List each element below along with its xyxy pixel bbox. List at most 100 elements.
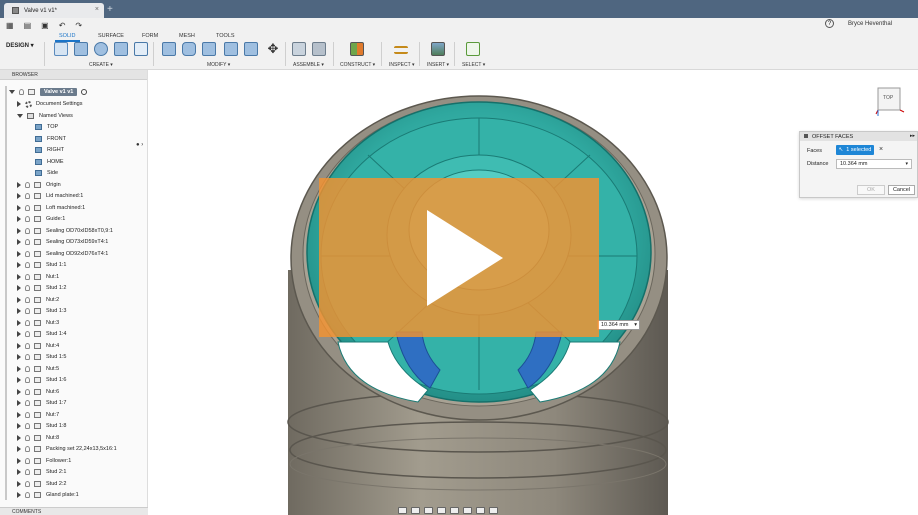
expand-icon[interactable]: [17, 193, 21, 199]
browser-header[interactable]: BROWSER ● ›: [0, 70, 147, 148]
browser-item[interactable]: Stud 1:6: [17, 375, 67, 385]
visibility-bulb-icon[interactable]: [25, 331, 30, 337]
press-pull-icon[interactable]: [162, 42, 176, 56]
comments-panel[interactable]: COMMENTS: [0, 507, 148, 515]
browser-item[interactable]: Nut:6: [17, 387, 59, 397]
tab-tools[interactable]: TOOLS: [216, 33, 235, 39]
assemble-menu[interactable]: ASSEMBLE ▾: [293, 62, 324, 68]
expand-icon[interactable]: [17, 446, 21, 452]
browser-item[interactable]: Stud 1:3: [17, 306, 67, 316]
visibility-bulb-icon[interactable]: [25, 423, 30, 429]
browser-item[interactable]: Stud 1:8: [17, 421, 67, 431]
expand-icon[interactable]: [17, 113, 23, 118]
video-play-overlay[interactable]: [319, 178, 599, 337]
tab-surface[interactable]: SURFACE: [98, 33, 124, 39]
redo-icon[interactable]: ↷: [75, 21, 82, 30]
browser-root[interactable]: Valve v1 v1: [9, 87, 88, 97]
play-icon[interactable]: [319, 178, 599, 337]
shell-icon[interactable]: [224, 42, 238, 56]
save-icon[interactable]: ▣: [41, 21, 49, 30]
distance-manipulator-field[interactable]: 10.364 mm ▾: [597, 320, 640, 330]
expand-icon[interactable]: [17, 354, 21, 360]
close-tab-icon[interactable]: ×: [95, 6, 99, 13]
browser-item[interactable]: Nut:3: [17, 318, 59, 328]
file-menu-icon[interactable]: ▤: [24, 21, 32, 30]
expand-icon[interactable]: [17, 181, 21, 188]
browser-item[interactable]: RIGHT: [35, 145, 64, 155]
view-cube[interactable]: TOP: [872, 84, 906, 118]
browser-pin-icon[interactable]: ● ›: [136, 142, 143, 148]
fillet-icon[interactable]: [182, 42, 196, 56]
visibility-bulb-icon[interactable]: [25, 204, 30, 211]
browser-item[interactable]: Stud 1:1: [17, 260, 67, 270]
expand-icon[interactable]: [17, 423, 21, 429]
clear-selection-icon[interactable]: ×: [879, 146, 883, 153]
expand-panel-icon[interactable]: ▸▸: [910, 133, 915, 139]
undo-icon[interactable]: ↶: [59, 21, 66, 30]
browser-item[interactable]: FRONT: [35, 134, 66, 144]
expand-icon[interactable]: [17, 204, 21, 211]
browser-item[interactable]: Nut:4: [17, 341, 59, 351]
browser-item[interactable]: TOP: [35, 122, 58, 132]
expand-icon[interactable]: [17, 216, 21, 222]
visibility-bulb-icon[interactable]: [25, 285, 30, 291]
expand-icon[interactable]: [17, 388, 21, 395]
expand-icon[interactable]: [17, 469, 21, 475]
expand-icon[interactable]: [17, 331, 21, 337]
browser-item[interactable]: Guide:1: [17, 214, 65, 224]
browser-item[interactable]: Nut:2: [17, 295, 59, 305]
browser-item[interactable]: Lid machined:1: [17, 191, 83, 201]
chevron-down-icon[interactable]: ▾: [634, 321, 637, 329]
visibility-bulb-icon[interactable]: [25, 342, 30, 349]
insert-image-icon[interactable]: [431, 42, 445, 56]
browser-item[interactable]: HOME: [35, 157, 64, 167]
new-component-icon[interactable]: [292, 42, 306, 56]
expand-icon[interactable]: [17, 296, 21, 303]
expand-icon[interactable]: [17, 250, 21, 257]
visibility-bulb-icon[interactable]: [25, 365, 30, 372]
expand-icon[interactable]: [17, 377, 21, 383]
browser-item[interactable]: Nut:1: [17, 272, 59, 282]
expand-icon[interactable]: [17, 492, 21, 498]
browser-item[interactable]: Packing set 22,24x13,5x16:1: [17, 444, 117, 454]
zoom-icon[interactable]: [437, 506, 446, 514]
visibility-bulb-icon[interactable]: [25, 400, 30, 406]
browser-item[interactable]: Stud 2:1: [17, 467, 67, 477]
visibility-bulb-icon[interactable]: [25, 250, 30, 257]
visibility-bulb-icon[interactable]: [25, 319, 30, 326]
browser-item[interactable]: Named Views: [17, 111, 73, 121]
expand-icon[interactable]: [17, 285, 21, 291]
expand-icon[interactable]: [17, 411, 21, 418]
chamfer-icon[interactable]: [202, 42, 216, 56]
visibility-bulb-icon[interactable]: [25, 377, 30, 383]
tab-form[interactable]: FORM: [142, 33, 158, 39]
hole-icon[interactable]: [114, 42, 128, 56]
browser-item[interactable]: Stud 1:5: [17, 352, 67, 362]
visibility-bulb-icon[interactable]: [25, 181, 30, 188]
visibility-bulb-icon[interactable]: [25, 469, 30, 475]
visibility-bulb-icon[interactable]: [25, 434, 30, 441]
select-menu[interactable]: SELECT ▾: [462, 62, 485, 68]
expand-icon[interactable]: [17, 365, 21, 372]
browser-item[interactable]: Origin: [17, 180, 61, 190]
expand-icon[interactable]: [17, 342, 21, 349]
create-menu[interactable]: CREATE ▾: [89, 62, 113, 68]
inspect-menu[interactable]: INSPECT ▾: [389, 62, 414, 68]
insert-menu[interactable]: INSERT ▾: [427, 62, 449, 68]
document-tab[interactable]: Valve v1 v1* ×: [4, 3, 104, 18]
chevron-down-icon[interactable]: ▾: [905, 160, 908, 168]
display-settings-icon[interactable]: [463, 506, 472, 514]
browser-item[interactable]: Stud 1:2: [17, 283, 67, 293]
expand-icon[interactable]: [17, 273, 21, 280]
browser-item[interactable]: Sealing OD92xID76xT4:1: [17, 249, 108, 259]
visibility-bulb-icon[interactable]: [25, 227, 30, 234]
modify-menu[interactable]: MODIFY ▾: [207, 62, 230, 68]
faces-selection-button[interactable]: ↖ 1 selected: [836, 145, 874, 155]
visibility-bulb-icon[interactable]: [25, 193, 30, 199]
move-icon[interactable]: ✥: [266, 42, 280, 56]
browser-item[interactable]: Loft machined:1: [17, 203, 85, 213]
extrude-icon[interactable]: [74, 42, 88, 56]
browser-item[interactable]: Document Settings: [17, 99, 82, 109]
visibility-bulb-icon[interactable]: [25, 457, 30, 464]
visibility-bulb-icon[interactable]: [25, 354, 30, 360]
